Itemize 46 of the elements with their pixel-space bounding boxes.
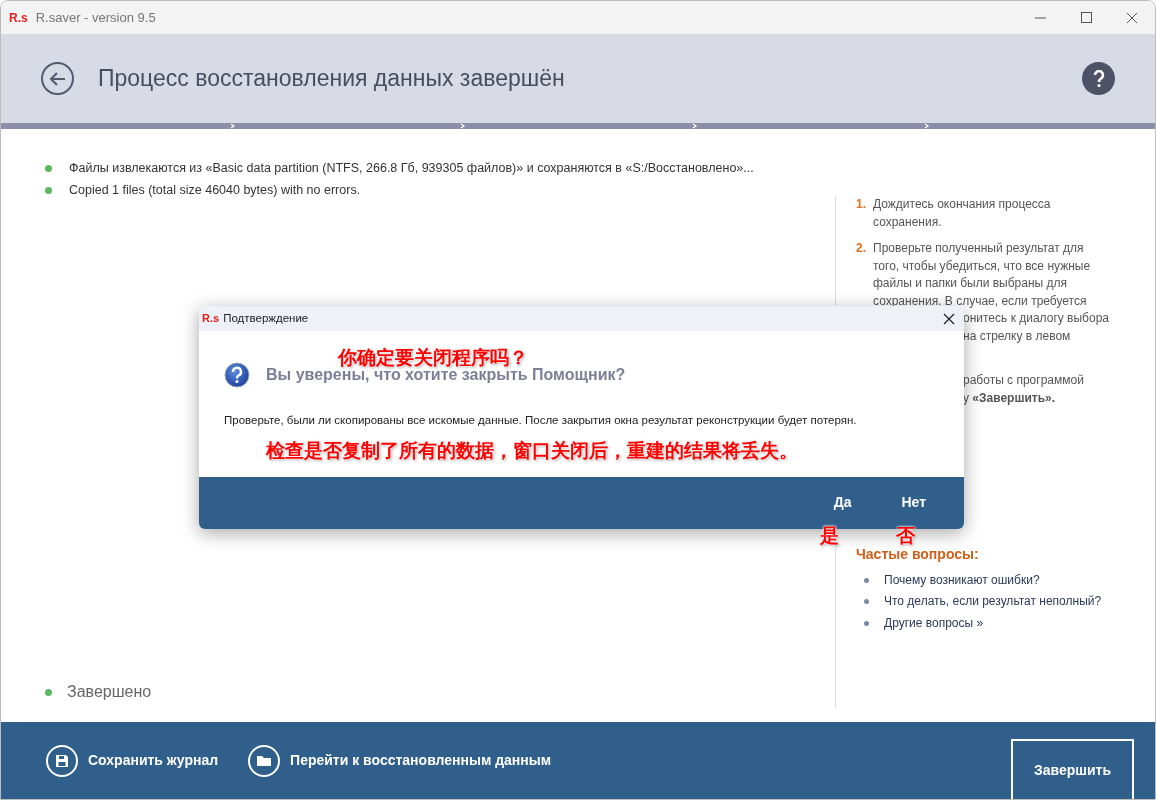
app-logo: R.s [9,9,28,27]
question-mark-icon [1092,69,1105,88]
question-icon [224,362,250,388]
save-log-button[interactable]: Сохранить журнал [46,744,219,777]
finish-button[interactable]: Завершить [1011,739,1134,799]
maximize-icon [1080,12,1092,23]
faq-link[interactable]: Другие вопросы » [884,614,984,632]
close-icon [1126,11,1138,24]
annotation-text: 是 [820,524,839,548]
faq-link[interactable]: Почему возникают ошибки? [884,571,1040,589]
instruction-line: на стрелку в левом [963,328,1071,343]
no-button[interactable]: Нет [901,491,926,513]
close-icon [943,312,955,325]
instruction-line: сохранения. В случае, если требуется [873,292,1087,310]
instruction-line: Проверьте полученный результат для [873,240,1084,257]
minimize-icon [1034,16,1046,19]
bullet [864,620,869,626]
folder-icon [248,744,281,777]
instruction-line: работы с программой [963,373,1084,387]
step-number: 1. [856,197,866,211]
faq-title: Частые вопросы: [856,546,979,564]
faq-link[interactable]: Что делать, если результат неполный? [884,593,1102,611]
left-arrow-icon [49,71,66,86]
bullet [864,577,869,583]
step-number: 2. [856,241,866,255]
instruction-line: Дождитесь окончания процесса [873,196,1051,213]
yes-button[interactable]: Да [833,491,852,513]
status-label: Завершено [67,682,152,702]
annotation-text: 否 [896,524,915,548]
help-button[interactable] [1082,62,1115,95]
open-data-button[interactable]: Перейти к восстановленным данным [248,744,552,777]
page-title: Процесс восстановления данных завершён [98,64,565,94]
bullet [864,599,869,605]
app-logo: R.s [202,311,220,327]
log-line: Copied 1 files (total size 46040 bytes) with no errors. [69,181,361,199]
back-button[interactable] [41,62,74,95]
instruction-line: сохранения. [873,213,942,231]
instruction-line: того, чтобы убедиться, что все нужные [873,257,1091,275]
instruction-line: файлы и папки были выбраны для [873,275,1068,292]
window-title: R.saver - version 9.5 [35,8,156,27]
log-line: Файлы извлекаются из «Basic data partition (NTFS, 266.8 Гб, 939305 файлов)» и сохраняются в «S:/Восстановлено»... [69,159,754,177]
dialog-title: Подтверждение [223,310,309,326]
close-button[interactable] [942,311,956,326]
annotation-text: 检查是否复制了所有的数据，窗口关闭后，重建的结果将丢失。 [266,439,798,463]
instruction-line: онитесь к диалогу выбора [963,311,1109,325]
dialog-message: Проверьте, были ли скопированы все искомые данные. После закрытия окна результат реконструкции будет потерян. [224,413,857,428]
